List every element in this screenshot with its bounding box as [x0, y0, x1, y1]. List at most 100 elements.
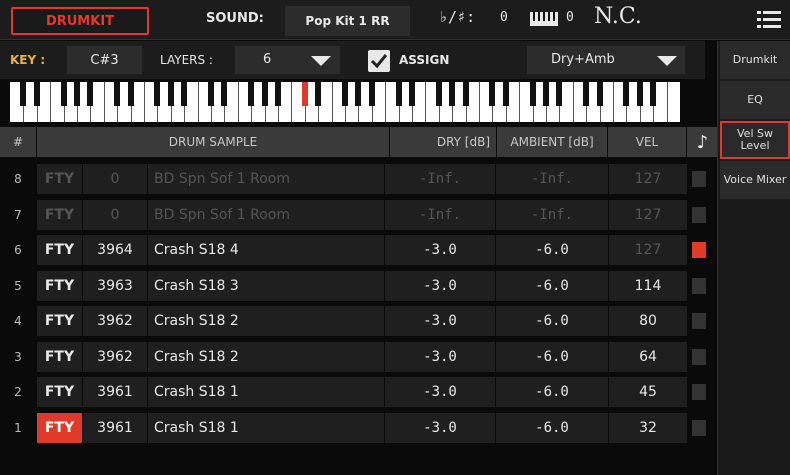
sample-name-cell[interactable]: BD Spn Sof 1 Room — [148, 199, 384, 230]
table-row[interactable]: 8 FTY 0 BD Spn Sof 1 Room -Inf. -Inf. 127 — [0, 164, 718, 194]
ambient-level-cell[interactable]: -6.0 — [496, 306, 608, 336]
velocity-cell[interactable]: 64 — [609, 341, 687, 372]
row-index: 6 — [14, 243, 22, 257]
checkmark-icon — [370, 54, 388, 69]
sample-name-cell[interactable]: Crash S18 3 — [148, 270, 384, 301]
dry-level-cell[interactable]: -Inf. — [385, 199, 495, 230]
table-row[interactable]: 2 FTY 3961 Crash S18 1 -3.0 -6.0 45 — [0, 377, 718, 407]
dry-level-cell[interactable]: -3.0 — [385, 377, 495, 407]
dry-level-cell[interactable]: -3.0 — [385, 341, 495, 372]
keyboard-black-key — [127, 82, 134, 106]
velocity-cell[interactable]: 127 — [609, 164, 687, 194]
tab-vel-sw-level[interactable]: Vel Sw Level — [720, 121, 790, 159]
header-ambient: AMBIENT [dB] — [497, 127, 607, 157]
bank-cell[interactable]: FTY — [37, 377, 82, 407]
sound-selector[interactable]: Pop Kit 1 RR — [285, 6, 410, 36]
sound-label: SOUND: — [206, 11, 264, 26]
dry-level-cell[interactable]: -3.0 — [385, 306, 495, 336]
sidebar: Drumkit EQ Vel Sw Level Voice Mixer — [717, 41, 790, 475]
keyboard-white-key-divider — [103, 82, 105, 122]
keyboard-black-key — [154, 82, 161, 106]
table-row[interactable]: 5 FTY 3963 Crash S18 3 -3.0 -6.0 114 — [0, 270, 718, 301]
sample-number-cell[interactable]: 3964 — [83, 235, 147, 265]
bank-cell[interactable]: FTY — [37, 341, 82, 372]
velocity-cell[interactable]: 80 — [609, 306, 687, 336]
velocity-cell[interactable]: 114 — [609, 270, 687, 301]
dry-level-cell[interactable]: -3.0 — [385, 412, 495, 443]
sample-number-cell[interactable]: 3962 — [83, 306, 147, 336]
note-led-indicator — [692, 384, 706, 400]
layers-value: 6 — [263, 52, 272, 67]
note-led-indicator — [692, 313, 706, 329]
velocity-cell[interactable]: 45 — [609, 377, 687, 407]
chevron-down-icon — [311, 56, 331, 66]
keyboard-black-key — [409, 82, 415, 106]
bank-cell[interactable]: FTY — [37, 199, 82, 230]
bank-cell[interactable]: FTY — [37, 306, 82, 336]
tab-voice-mixer[interactable]: Voice Mixer — [720, 161, 790, 199]
table-row[interactable]: 6 FTY 3964 Crash S18 4 -3.0 -6.0 127 — [0, 235, 718, 265]
keyboard-black-key — [221, 82, 228, 106]
table-row[interactable]: 4 FTY 3962 Crash S18 2 -3.0 -6.0 80 — [0, 306, 718, 336]
ambient-level-cell[interactable]: -Inf. — [496, 199, 608, 230]
velocity-cell[interactable]: 32 — [609, 412, 687, 443]
header-dry: DRY [dB] — [390, 127, 496, 157]
keyboard-range[interactable] — [10, 82, 680, 122]
velocity-cell[interactable]: 127 — [609, 199, 687, 230]
dry-level-cell[interactable]: -3.0 — [385, 270, 495, 301]
menu-icon[interactable] — [757, 11, 781, 29]
bank-cell[interactable]: FTY — [37, 412, 82, 443]
assign-checkbox[interactable] — [368, 50, 390, 72]
sample-number-cell[interactable]: 3962 — [83, 341, 147, 372]
keyboard-black-key — [181, 82, 188, 106]
sample-number-cell[interactable]: 3961 — [83, 412, 147, 443]
key-selector[interactable]: C#3 — [67, 46, 142, 74]
tab-drumkit[interactable]: Drumkit — [720, 41, 790, 79]
sample-name-cell[interactable]: Crash S18 4 — [148, 235, 384, 265]
keyboard-black-key — [623, 82, 630, 106]
transpose-value: 0 — [500, 10, 508, 25]
ambient-level-cell[interactable]: -6.0 — [496, 341, 608, 372]
key-label: KEY : — [10, 53, 46, 67]
transpose-label: ♭/♯: — [439, 8, 476, 26]
keyboard-black-key — [355, 82, 362, 106]
mix-mode-value: Dry+Amb — [551, 52, 615, 67]
ambient-level-cell[interactable]: -6.0 — [496, 377, 608, 407]
ambient-level-cell[interactable]: -6.0 — [496, 412, 608, 443]
sample-number-cell[interactable]: 3961 — [83, 377, 147, 407]
keyboard-black-key — [167, 82, 174, 106]
sample-number-cell[interactable]: 3963 — [83, 270, 147, 301]
dry-level-cell[interactable]: -3.0 — [385, 235, 495, 265]
sample-name-cell[interactable]: Crash S18 1 — [148, 377, 384, 407]
chevron-down-icon — [657, 56, 677, 66]
ambient-level-cell[interactable]: -6.0 — [496, 270, 608, 301]
dry-level-cell[interactable]: -Inf. — [385, 164, 495, 194]
table-row[interactable]: 3 FTY 3962 Crash S18 2 -3.0 -6.0 64 — [0, 341, 718, 372]
tab-eq[interactable]: EQ — [720, 81, 790, 119]
bank-cell[interactable]: FTY — [37, 270, 82, 301]
sample-name-cell[interactable]: Crash S18 2 — [148, 341, 384, 372]
velocity-cell[interactable]: 127 — [609, 235, 687, 265]
bank-cell[interactable]: FTY — [37, 164, 82, 194]
sample-name-cell[interactable]: Crash S18 2 — [148, 306, 384, 336]
row-index: 5 — [14, 278, 22, 293]
sample-number-cell[interactable]: 0 — [83, 199, 147, 230]
table-row[interactable]: 1 FTY 3961 Crash S18 1 -3.0 -6.0 32 — [0, 412, 718, 443]
ambient-level-cell[interactable]: -6.0 — [496, 235, 608, 265]
drumkit-button[interactable]: DRUMKIT — [11, 7, 149, 35]
table-row[interactable]: 7 FTY 0 BD Spn Sof 1 Room -Inf. -Inf. 127 — [0, 199, 718, 230]
bank-cell[interactable]: FTY — [37, 235, 82, 265]
sample-name-cell[interactable]: Crash S18 1 — [148, 412, 384, 443]
keyboard-black-key — [74, 82, 80, 106]
keyboard-black-key — [489, 82, 496, 106]
sample-name-cell[interactable]: BD Spn Sof 1 Room — [148, 164, 384, 194]
keyboard-white-key-divider — [237, 82, 239, 122]
sample-number-cell[interactable]: 0 — [83, 164, 147, 194]
keyboard-white-key-divider — [144, 82, 145, 122]
header-drum-sample: DRUM SAMPLE — [37, 127, 389, 157]
layers-dropdown[interactable]: 6 — [235, 46, 340, 74]
ambient-level-cell[interactable]: -Inf. — [496, 164, 608, 194]
mix-mode-dropdown[interactable]: Dry+Amb — [527, 46, 685, 74]
keyboard-white-key-divider — [666, 82, 668, 122]
keyboard-black-key — [33, 82, 40, 106]
